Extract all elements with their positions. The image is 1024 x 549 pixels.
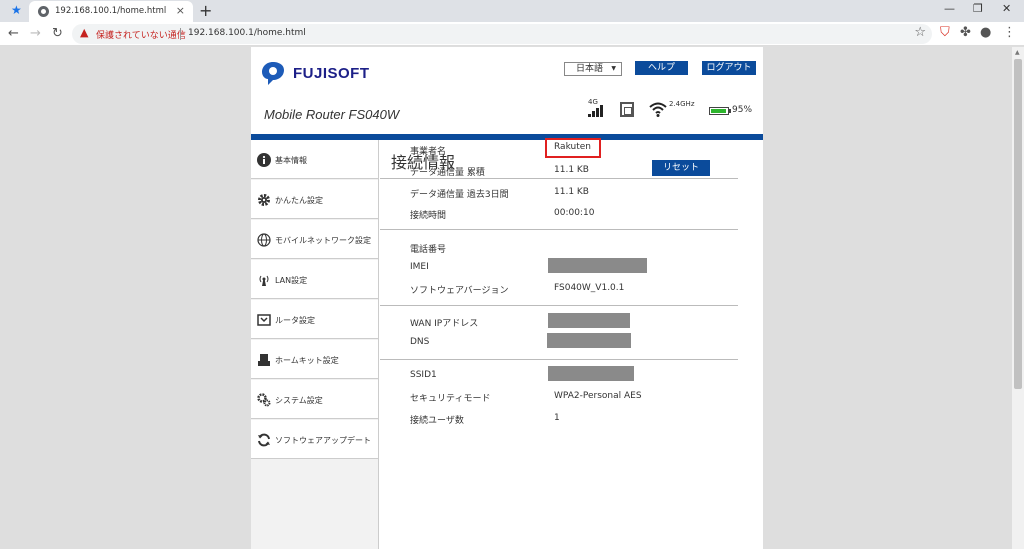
phone-number-label: 電話番号 xyxy=(410,245,447,255)
refresh-icon xyxy=(258,433,270,447)
gear-icon xyxy=(258,194,270,206)
connected-users-label: 接続ユーザ数 xyxy=(410,416,464,426)
imei-redacted-value xyxy=(548,258,647,273)
tab-search-icon[interactable]: ★ xyxy=(11,3,22,17)
battery-percentage: 95% xyxy=(732,105,753,115)
ssid-redacted-value xyxy=(548,366,634,381)
tab-close-icon[interactable]: × xyxy=(176,4,185,17)
data-3day-label: データ通信量 過去3日間 xyxy=(410,190,509,200)
divider xyxy=(380,305,738,306)
wifi-band-label: 2.4GHz xyxy=(669,100,695,108)
fujisoft-logo-icon xyxy=(262,62,284,85)
warning-icon[interactable]: ▲ xyxy=(80,26,88,39)
reload-icon[interactable]: ↻ xyxy=(52,26,63,41)
battery-level-fill xyxy=(711,109,727,113)
provider-value: Rakuten xyxy=(554,142,591,152)
wan-ip-label: WAN IPアドレス xyxy=(410,319,479,329)
gears-icon xyxy=(257,393,271,407)
battery-icon xyxy=(709,107,729,115)
help-button[interactable]: ヘルプ xyxy=(635,61,688,75)
browser-toolbar: ← → ↻ ▲ 保護されていない通信 192.168.100.1/home.ht… xyxy=(0,22,1024,46)
data-3day-value: 11.1 KB xyxy=(554,187,589,197)
globe-favicon-icon xyxy=(38,6,49,17)
sidebar-item-label: ホームキット設定 xyxy=(275,356,339,365)
address-bar[interactable]: ▲ 保護されていない通信 192.168.100.1/home.html ☆ xyxy=(72,24,932,44)
minimize-button[interactable]: — xyxy=(944,2,955,15)
viewport: FUJISOFT 日本語 ▼ ヘルプ ログアウト Mobile Router F… xyxy=(0,47,1012,549)
new-tab-button[interactable]: + xyxy=(199,1,212,20)
security-mode-value: WPA2-Personal AES xyxy=(554,391,642,401)
extension-shield-icon[interactable]: ⛉ xyxy=(940,25,950,40)
dns-redacted-value xyxy=(547,333,631,348)
puzzle-extensions-icon[interactable]: ✤ xyxy=(960,25,971,40)
omnibox-divider xyxy=(180,28,181,40)
reset-button[interactable]: リセット xyxy=(652,160,710,176)
language-value: 日本語 xyxy=(576,64,604,74)
scrollbar-thumb[interactable] xyxy=(1014,59,1022,389)
sidebar-item-homekit[interactable]: ホームキット設定 xyxy=(251,340,378,379)
wifi-icon xyxy=(649,102,667,117)
router-icon xyxy=(257,314,271,326)
router-page: FUJISOFT 日本語 ▼ ヘルプ ログアウト Mobile Router F… xyxy=(251,47,763,549)
ssid-label: SSID1 xyxy=(410,370,437,380)
sidebar-item-software-update[interactable]: ソフトウェアアップデート xyxy=(251,420,378,459)
sidebar-item-system[interactable]: システム設定 xyxy=(251,380,378,419)
signal-strength-icon xyxy=(588,105,603,117)
sidebar-item-router[interactable]: ルータ設定 xyxy=(251,300,378,339)
bookmark-star-icon[interactable]: ☆ xyxy=(914,25,926,40)
scroll-up-arrow-icon[interactable]: ▲ xyxy=(1015,49,1020,56)
wan-ip-redacted-value xyxy=(548,313,630,328)
software-version-value: FS040W_V1.0.1 xyxy=(554,283,625,293)
page-scrollbar[interactable]: ▲ xyxy=(1012,47,1024,549)
sidebar-item-label: モバイルネットワーク設定 xyxy=(275,236,371,245)
sidebar-item-lan[interactable]: LAN設定 xyxy=(251,260,378,299)
sidebar-item-label: システム設定 xyxy=(275,396,323,405)
logout-button[interactable]: ログアウト xyxy=(702,61,756,75)
divider xyxy=(380,359,738,360)
info-icon xyxy=(257,153,271,167)
sidebar-item-label: ルータ設定 xyxy=(275,316,315,325)
sidebar-item-label: かんたん設定 xyxy=(275,196,323,205)
connection-time-label: 接続時間 xyxy=(410,211,447,221)
forward-icon[interactable]: → xyxy=(30,26,41,41)
language-select[interactable]: 日本語 ▼ xyxy=(564,62,622,76)
menu-kebab-icon[interactable]: ⋮ xyxy=(1003,25,1016,40)
divider xyxy=(380,178,738,179)
url-text[interactable]: 192.168.100.1/home.html xyxy=(188,28,306,38)
battery-tip xyxy=(729,109,731,113)
connection-info-panel: 接続情報 事業者名 Rakuten データ通信量 累積 11.1 KB リセット… xyxy=(380,138,763,549)
chevron-down-icon: ▼ xyxy=(611,65,616,72)
back-icon[interactable]: ← xyxy=(8,26,19,41)
sidebar: 基本情報 かんたん設定 モバイルネットワーク設定 LAN設定 ルータ設定 ホーム… xyxy=(251,140,379,549)
data-total-label: データ通信量 累積 xyxy=(410,168,485,178)
connection-time-value: 00:00:10 xyxy=(554,208,595,218)
security-mode-label: セキュリティモード xyxy=(410,394,491,404)
profile-avatar-icon[interactable]: ● xyxy=(980,25,991,40)
dns-label: DNS xyxy=(410,337,430,347)
imei-label: IMEI xyxy=(410,262,429,272)
connected-users-value: 1 xyxy=(554,413,560,423)
sidebar-item-label: ソフトウェアアップデート xyxy=(275,436,371,445)
browser-tab[interactable]: 192.168.100.1/home.html × xyxy=(29,1,193,22)
provider-label: 事業者名 xyxy=(410,147,447,157)
software-version-label: ソフトウェアバージョン xyxy=(410,286,509,296)
homekit-icon xyxy=(258,354,270,366)
data-total-value: 11.1 KB xyxy=(554,165,589,175)
globe-icon xyxy=(257,233,271,247)
model-name: Mobile Router FS040W xyxy=(264,107,400,122)
sidebar-item-easy-setup[interactable]: かんたん設定 xyxy=(251,180,378,219)
antenna-icon xyxy=(259,275,269,286)
sidebar-item-basic-info[interactable]: 基本情報 xyxy=(251,140,378,179)
close-window-button[interactable]: ✕ xyxy=(1002,2,1011,15)
tab-title: 192.168.100.1/home.html xyxy=(55,6,167,16)
sidebar-item-label: 基本情報 xyxy=(275,156,307,165)
sidebar-item-mobile-network[interactable]: モバイルネットワーク設定 xyxy=(251,220,378,259)
restore-button[interactable]: ❐ xyxy=(973,2,983,15)
brand-name: FUJISOFT xyxy=(293,65,370,82)
divider xyxy=(380,229,738,230)
security-warning[interactable]: 保護されていない通信 xyxy=(96,28,186,41)
sidebar-item-label: LAN設定 xyxy=(275,276,308,285)
tab-strip: ★ 192.168.100.1/home.html × + — ❐ ✕ xyxy=(0,0,1024,22)
sim-card-icon xyxy=(620,102,634,117)
